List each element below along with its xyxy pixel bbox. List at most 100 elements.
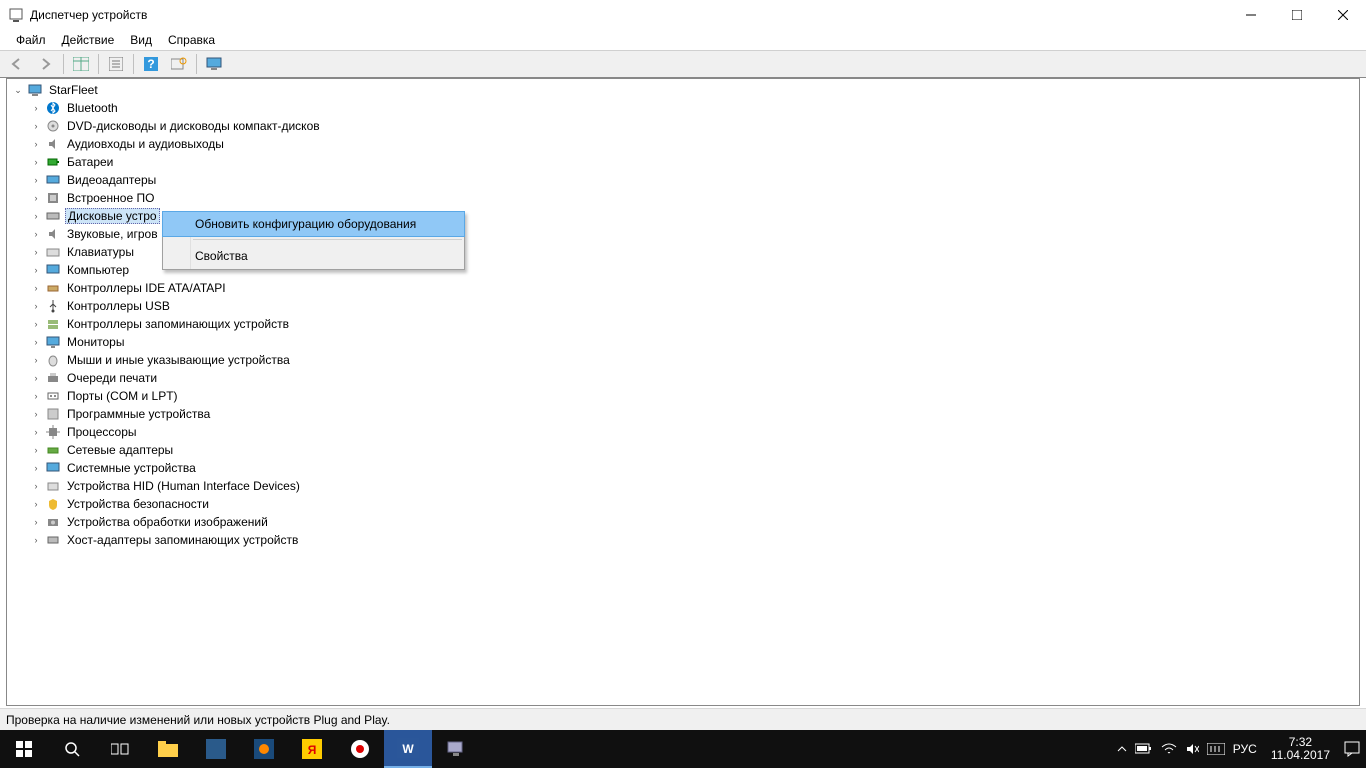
computer-icon <box>45 262 61 278</box>
expand-icon[interactable]: › <box>29 173 43 187</box>
statusbar: Проверка на наличие изменений или новых … <box>0 708 1366 730</box>
expand-icon[interactable]: › <box>29 443 43 457</box>
expand-icon[interactable]: › <box>29 281 43 295</box>
svg-text:W: W <box>402 742 414 756</box>
context-properties[interactable]: Свойства <box>163 243 464 269</box>
usb-icon <box>45 298 61 314</box>
collapse-icon[interactable]: ⌄ <box>11 83 25 97</box>
expand-icon[interactable]: › <box>29 353 43 367</box>
tree-item-label: Устройства безопасности <box>65 496 211 512</box>
expand-icon[interactable]: › <box>29 137 43 151</box>
wifi-tray-icon[interactable] <box>1161 743 1177 755</box>
tree-item-label: Программные устройства <box>65 406 212 422</box>
expand-icon[interactable]: › <box>29 191 43 205</box>
minimize-button[interactable] <box>1228 0 1274 30</box>
expand-icon[interactable]: › <box>29 497 43 511</box>
app-2[interactable] <box>240 730 288 768</box>
tree-item[interactable]: › Системные устройства <box>11 459 1359 477</box>
tree-item[interactable]: ›Мониторы <box>11 333 1359 351</box>
toolbar-scan-icon[interactable] <box>167 53 191 75</box>
separator <box>196 54 197 74</box>
tree-item[interactable]: › Мыши и иные указывающие устройства <box>11 351 1359 369</box>
taskview-button[interactable] <box>96 730 144 768</box>
expand-icon[interactable]: › <box>29 389 43 403</box>
tree-item[interactable]: ›Контроллеры запоминающих устройств <box>11 315 1359 333</box>
tray-chevron-icon[interactable] <box>1117 744 1127 754</box>
toolbar-help-icon[interactable]: ? <box>139 53 163 75</box>
maximize-button[interactable] <box>1274 0 1320 30</box>
tree-item[interactable]: ›Процессоры <box>11 423 1359 441</box>
close-button[interactable] <box>1320 0 1366 30</box>
keyboard-tray-icon[interactable] <box>1207 743 1225 755</box>
toolbar-detail-icon[interactable] <box>69 53 93 75</box>
expand-icon[interactable]: › <box>29 533 43 547</box>
tree-item[interactable]: ›Батареи <box>11 153 1359 171</box>
tree-item-label: Встроенное ПО <box>65 190 156 206</box>
tree-item[interactable]: › Встроенное ПО <box>11 189 1359 207</box>
device-manager-app[interactable] <box>432 730 480 768</box>
expand-icon[interactable]: › <box>29 299 43 313</box>
expand-icon[interactable]: › <box>29 263 43 277</box>
expand-icon[interactable]: › <box>29 227 43 241</box>
battery-tray-icon[interactable] <box>1135 743 1153 755</box>
expand-icon[interactable]: › <box>29 425 43 439</box>
tree-item[interactable]: ›Хост-адаптеры запоминающих устройств <box>11 531 1359 549</box>
imaging-icon <box>45 514 61 530</box>
tree-item[interactable]: › Устройства безопасности <box>11 495 1359 513</box>
tree-item[interactable]: ›Порты (COM и LPT) <box>11 387 1359 405</box>
back-button[interactable] <box>6 53 30 75</box>
expand-icon[interactable]: › <box>29 515 43 529</box>
expand-icon[interactable]: › <box>29 371 43 385</box>
menu-view[interactable]: Вид <box>122 31 160 49</box>
toolbar-properties-icon[interactable] <box>104 53 128 75</box>
app-1[interactable] <box>192 730 240 768</box>
search-button[interactable] <box>48 730 96 768</box>
start-button[interactable] <box>0 730 48 768</box>
word-app[interactable]: W <box>384 730 432 768</box>
menu-action[interactable]: Действие <box>54 31 123 49</box>
expand-icon[interactable]: › <box>29 209 43 223</box>
tree-item[interactable]: ›Очереди печати <box>11 369 1359 387</box>
expand-icon[interactable]: › <box>29 407 43 421</box>
tree-item-label: Мыши и иные указывающие устройства <box>65 352 292 368</box>
context-scan-hardware[interactable]: Обновить конфигурацию оборудования <box>162 211 465 237</box>
language-indicator[interactable]: РУС <box>1233 742 1257 756</box>
expand-icon[interactable]: › <box>29 245 43 259</box>
expand-icon[interactable]: › <box>29 101 43 115</box>
hid-icon <box>45 478 61 494</box>
tree-item[interactable]: ›Сетевые адаптеры <box>11 441 1359 459</box>
expand-icon[interactable]: › <box>29 119 43 133</box>
expand-icon[interactable]: › <box>29 461 43 475</box>
tree-item[interactable]: ›DVD-дисководы и дисководы компакт-диско… <box>11 117 1359 135</box>
volume-tray-icon[interactable] <box>1185 742 1199 756</box>
expand-icon[interactable]: › <box>29 317 43 331</box>
context-menu: Обновить конфигурацию оборудования Свойс… <box>162 211 465 270</box>
tree-item[interactable]: ›Аудиовходы и аудиовыходы <box>11 135 1359 153</box>
forward-button[interactable] <box>34 53 58 75</box>
explorer-app[interactable] <box>144 730 192 768</box>
menubar: Файл Действие Вид Справка <box>0 30 1366 50</box>
tray-clock[interactable]: 7:32 11.04.2017 <box>1265 736 1336 762</box>
tree-item[interactable]: ›Устройства обработки изображений <box>11 513 1359 531</box>
tree-root[interactable]: ⌄ StarFleet <box>11 81 1359 99</box>
tree-item[interactable]: ›Контроллеры IDE ATA/ATAPI <box>11 279 1359 297</box>
software-device-icon <box>45 406 61 422</box>
menu-file[interactable]: Файл <box>8 31 54 49</box>
notifications-tray-icon[interactable] <box>1344 741 1360 757</box>
tree-item[interactable]: ›Видеоадаптеры <box>11 171 1359 189</box>
device-tree[interactable]: ⌄ StarFleet ›Bluetooth ›DVD-дисководы и … <box>7 79 1359 549</box>
menu-help[interactable]: Справка <box>160 31 223 49</box>
tree-item[interactable]: › Программные устройства <box>11 405 1359 423</box>
expand-icon[interactable]: › <box>29 155 43 169</box>
tree-item-label: Системные устройства <box>65 460 198 476</box>
audio-io-icon <box>45 136 61 152</box>
bluetooth-icon <box>45 100 61 116</box>
tree-item[interactable]: ›Контроллеры USB <box>11 297 1359 315</box>
toolbar-monitor-icon[interactable] <box>202 53 226 75</box>
expand-icon[interactable]: › <box>29 479 43 493</box>
tree-item[interactable]: ›Устройства HID (Human Interface Devices… <box>11 477 1359 495</box>
tree-item[interactable]: ›Bluetooth <box>11 99 1359 117</box>
expand-icon[interactable]: › <box>29 335 43 349</box>
yandex-app[interactable]: Я <box>288 730 336 768</box>
browser-app[interactable] <box>336 730 384 768</box>
